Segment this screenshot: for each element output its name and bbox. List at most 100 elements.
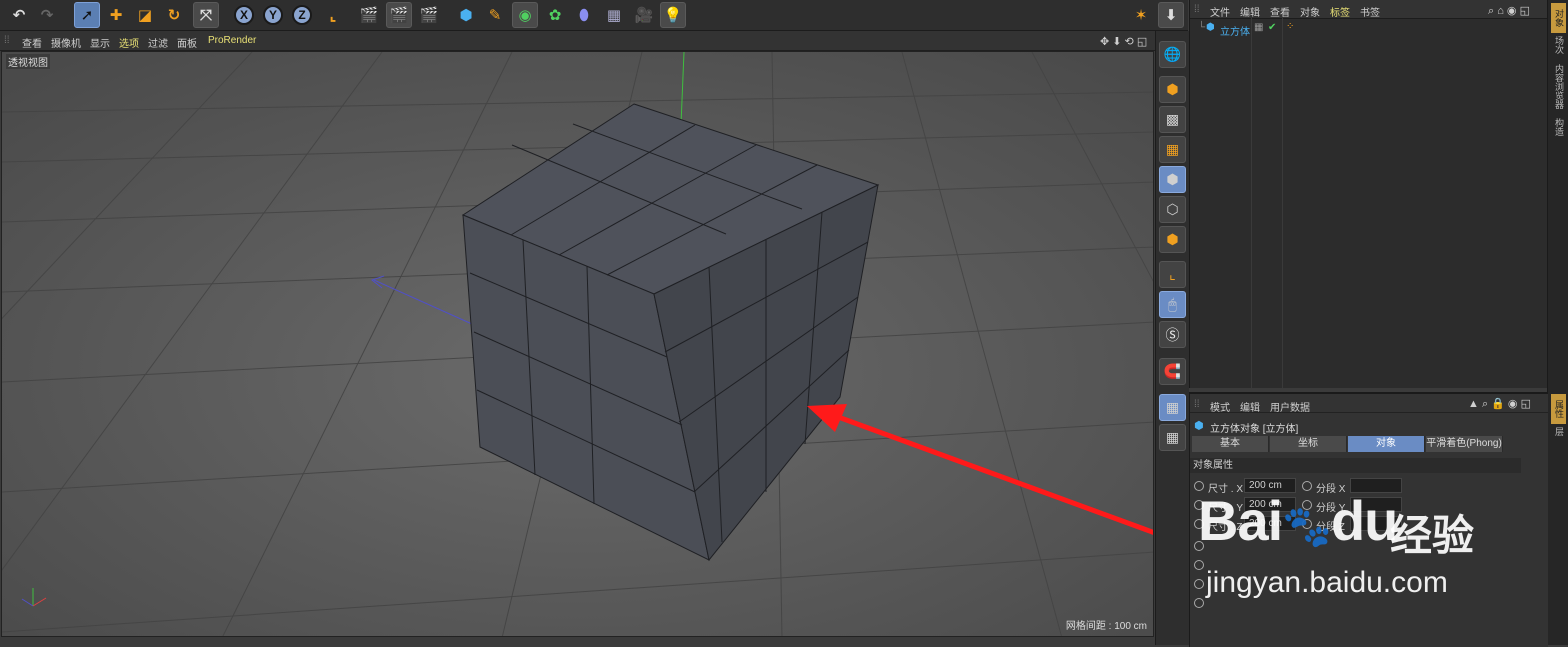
side-tab-layers[interactable]: 层 <box>1551 420 1566 442</box>
select-tool-button[interactable]: ➚ <box>74 2 100 28</box>
am-menu-edit[interactable]: 编辑 <box>1240 399 1260 414</box>
viewport-menu-display[interactable]: 显示 <box>90 35 110 50</box>
clapper-icon: 🎬 <box>359 7 379 24</box>
axis-mode-button[interactable]: ⌞ <box>1159 261 1186 288</box>
om-menu-file[interactable]: 文件 <box>1210 4 1230 19</box>
viewport-menu-filter[interactable]: 过滤 <box>148 35 168 50</box>
tab-object[interactable]: 对象 <box>1348 436 1425 452</box>
menu-grip-icon: ⁞⁞ <box>4 35 10 46</box>
redo-button[interactable]: ↷ <box>34 2 60 28</box>
rotate-icon: ↻ <box>167 7 181 24</box>
snapping-button[interactable]: 🧲 <box>1159 358 1186 385</box>
scale-tool-button[interactable]: ◪ <box>132 2 158 28</box>
side-tab-content-browser[interactable]: 内容浏览器 <box>1551 58 1566 114</box>
om-menu-edit[interactable]: 编辑 <box>1240 4 1260 19</box>
workplane-mode-button[interactable]: ▦ <box>1159 136 1186 163</box>
deformer-button[interactable]: ⬮ <box>571 2 597 28</box>
undo-button[interactable]: ↶ <box>6 2 32 28</box>
object-row-cube[interactable]: └ ⬢ 立方体 ▦ ✔ ⁘ <box>1190 20 1548 38</box>
om-menu-view[interactable]: 查看 <box>1270 4 1290 19</box>
polygons-mode-button[interactable]: ⬢ <box>1159 226 1186 253</box>
cube-object-button[interactable]: ⬢ <box>453 2 479 28</box>
z-axis-button[interactable]: Z <box>289 2 315 28</box>
side-tab-structure[interactable]: 构造 <box>1551 112 1566 142</box>
edges-mode-button[interactable]: ⬡ <box>1159 196 1186 223</box>
om-menu-tags[interactable]: 标签 <box>1330 4 1350 19</box>
recent-tools-icon: ⤧ <box>199 6 212 24</box>
watermark-cn: 经验 <box>1390 512 1475 559</box>
model-mode-button[interactable]: ⬢ <box>1159 76 1186 103</box>
solo-s-icon: Ⓢ <box>1165 326 1180 343</box>
viewport-menu-prorender[interactable]: ProRender <box>208 35 256 46</box>
cube-object-icon: ⬢ <box>1194 420 1204 432</box>
viewport-menu-view[interactable]: 查看 <box>22 35 42 50</box>
texture-mode-button[interactable]: ▩ <box>1159 106 1186 133</box>
viewport-menu-camera[interactable]: 摄像机 <box>51 35 81 50</box>
floor-icon: ▦ <box>606 7 622 24</box>
workplane-icon: ▦ <box>1165 141 1180 157</box>
tab-basic[interactable]: 基本 <box>1192 436 1269 452</box>
enabled-check-icon[interactable]: ✔ <box>1268 22 1276 33</box>
am-menu-mode[interactable]: 模式 <box>1210 399 1230 414</box>
points-mode-button[interactable]: ⬢ <box>1159 166 1186 193</box>
baidu-jingyan-watermark: Bai🐾du 经验 jingyan.baidu.com <box>1198 488 1498 608</box>
subdivision-button[interactable]: ◉ <box>512 2 538 28</box>
viewport-scene <box>2 52 1153 636</box>
make-editable-button[interactable]: 🌐 <box>1159 41 1186 68</box>
object-manager: ⁞⁞ 文件 编辑 查看 对象 标签 书签 ⌕ ⌂ ◉ ◱ └ ⬢ 立方体 ▦ ✔… <box>1189 0 1548 388</box>
axis-mode-icon: ⌞ <box>1169 266 1176 282</box>
side-tab-takes[interactable]: 场次 <box>1551 30 1566 60</box>
solo-button[interactable]: Ⓢ <box>1159 321 1186 348</box>
subdivision-icon: ◉ <box>518 7 532 24</box>
om-menu-object[interactable]: 对象 <box>1300 4 1320 19</box>
section-object-properties: 对象属性 <box>1190 458 1521 473</box>
array-button[interactable]: ✿ <box>542 2 568 28</box>
watermark-url: jingyan.baidu.com <box>1206 566 1448 599</box>
y-axis-button[interactable]: Y <box>260 2 286 28</box>
render-view-button[interactable]: 🎬 <box>356 2 382 28</box>
tag-icon[interactable]: ⁘ <box>1286 21 1294 32</box>
am-menu-user-data[interactable]: 用户数据 <box>1270 399 1310 414</box>
render-settings-button[interactable]: 🎬 <box>416 2 442 28</box>
watermark-brand: Bai🐾du <box>1198 489 1398 552</box>
viewport-menu-options[interactable]: 选项 <box>119 35 139 50</box>
perspective-viewport[interactable]: 透视视图 网格间距 : 100 cm <box>1 51 1154 637</box>
viewport-menu-panel[interactable]: 面板 <box>177 35 197 50</box>
grid-spacing-readout: 网格间距 : 100 cm <box>1065 621 1147 632</box>
om-menu-bookmarks[interactable]: 书签 <box>1360 4 1380 19</box>
camera-icon: 🎥 <box>634 7 654 24</box>
menu-grip-icon: ⁞⁞ <box>1194 4 1200 15</box>
object-name[interactable]: 立方体 <box>1220 23 1250 38</box>
snap-button[interactable]: ✶ <box>1128 2 1154 28</box>
layout-download-button[interactable]: ⬇ <box>1158 2 1184 28</box>
floor-button[interactable]: ▦ <box>601 2 627 28</box>
tab-coord[interactable]: 坐标 <box>1270 436 1347 452</box>
viewport-label: 透视视图 <box>6 54 50 69</box>
coordinate-system-button[interactable]: ⌞ <box>320 2 346 28</box>
lock-workplane-button[interactable]: ▦ <box>1159 394 1186 421</box>
main-toolbar: ↶ ↷ ➚ ✚ ◪ ↻ ⤧ X Y Z ⌞ 🎬 🎬 🎬 ⬢ ✎ ◉ ✿ ⬮ ▦ … <box>0 0 1188 31</box>
mode-tool-column: 🌐 ⬢ ▩ ▦ ⬢ ⬡ ⬢ ⌞ 🖱 Ⓢ 🧲 ▦ ▦ <box>1155 31 1189 645</box>
side-tab-objects[interactable]: 对象 <box>1551 3 1566 33</box>
visibility-toggle-icon[interactable]: ▦ <box>1254 22 1263 33</box>
pen-icon: ✎ <box>488 7 502 24</box>
x-axis-button[interactable]: X <box>231 2 257 28</box>
viewport-nav-icons[interactable]: ✥ ⬇ ⟲ ◱ <box>1100 35 1147 48</box>
planar-workplane-button[interactable]: ▦ <box>1159 424 1186 451</box>
camera-button[interactable]: 🎥 <box>631 2 657 28</box>
deformer-icon: ⬮ <box>579 6 589 24</box>
om-search-icon[interactable]: ⌕ ⌂ ◉ ◱ <box>1488 4 1530 18</box>
pen-spline-button[interactable]: ✎ <box>482 2 508 28</box>
scale-icon: ◪ <box>137 7 153 24</box>
light-button[interactable]: 💡 <box>660 2 686 28</box>
recent-tools-button[interactable]: ⤧ <box>193 2 219 28</box>
move-icon: ✚ <box>109 7 123 24</box>
rotate-tool-button[interactable]: ↻ <box>161 2 187 28</box>
tweak-mode-button[interactable]: 🖱 <box>1159 291 1186 318</box>
attribute-title: 立方体对象 [立方体] <box>1210 424 1299 435</box>
light-bulb-icon: 💡 <box>663 7 683 24</box>
tab-phong[interactable]: 平滑着色(Phong) <box>1426 436 1503 452</box>
move-tool-button[interactable]: ✚ <box>103 2 129 28</box>
render-to-picture-viewer-button[interactable]: 🎬 <box>386 2 412 28</box>
am-nav-icons[interactable]: ▲ ⌕ 🔒 ◉ ◱ <box>1468 397 1531 411</box>
